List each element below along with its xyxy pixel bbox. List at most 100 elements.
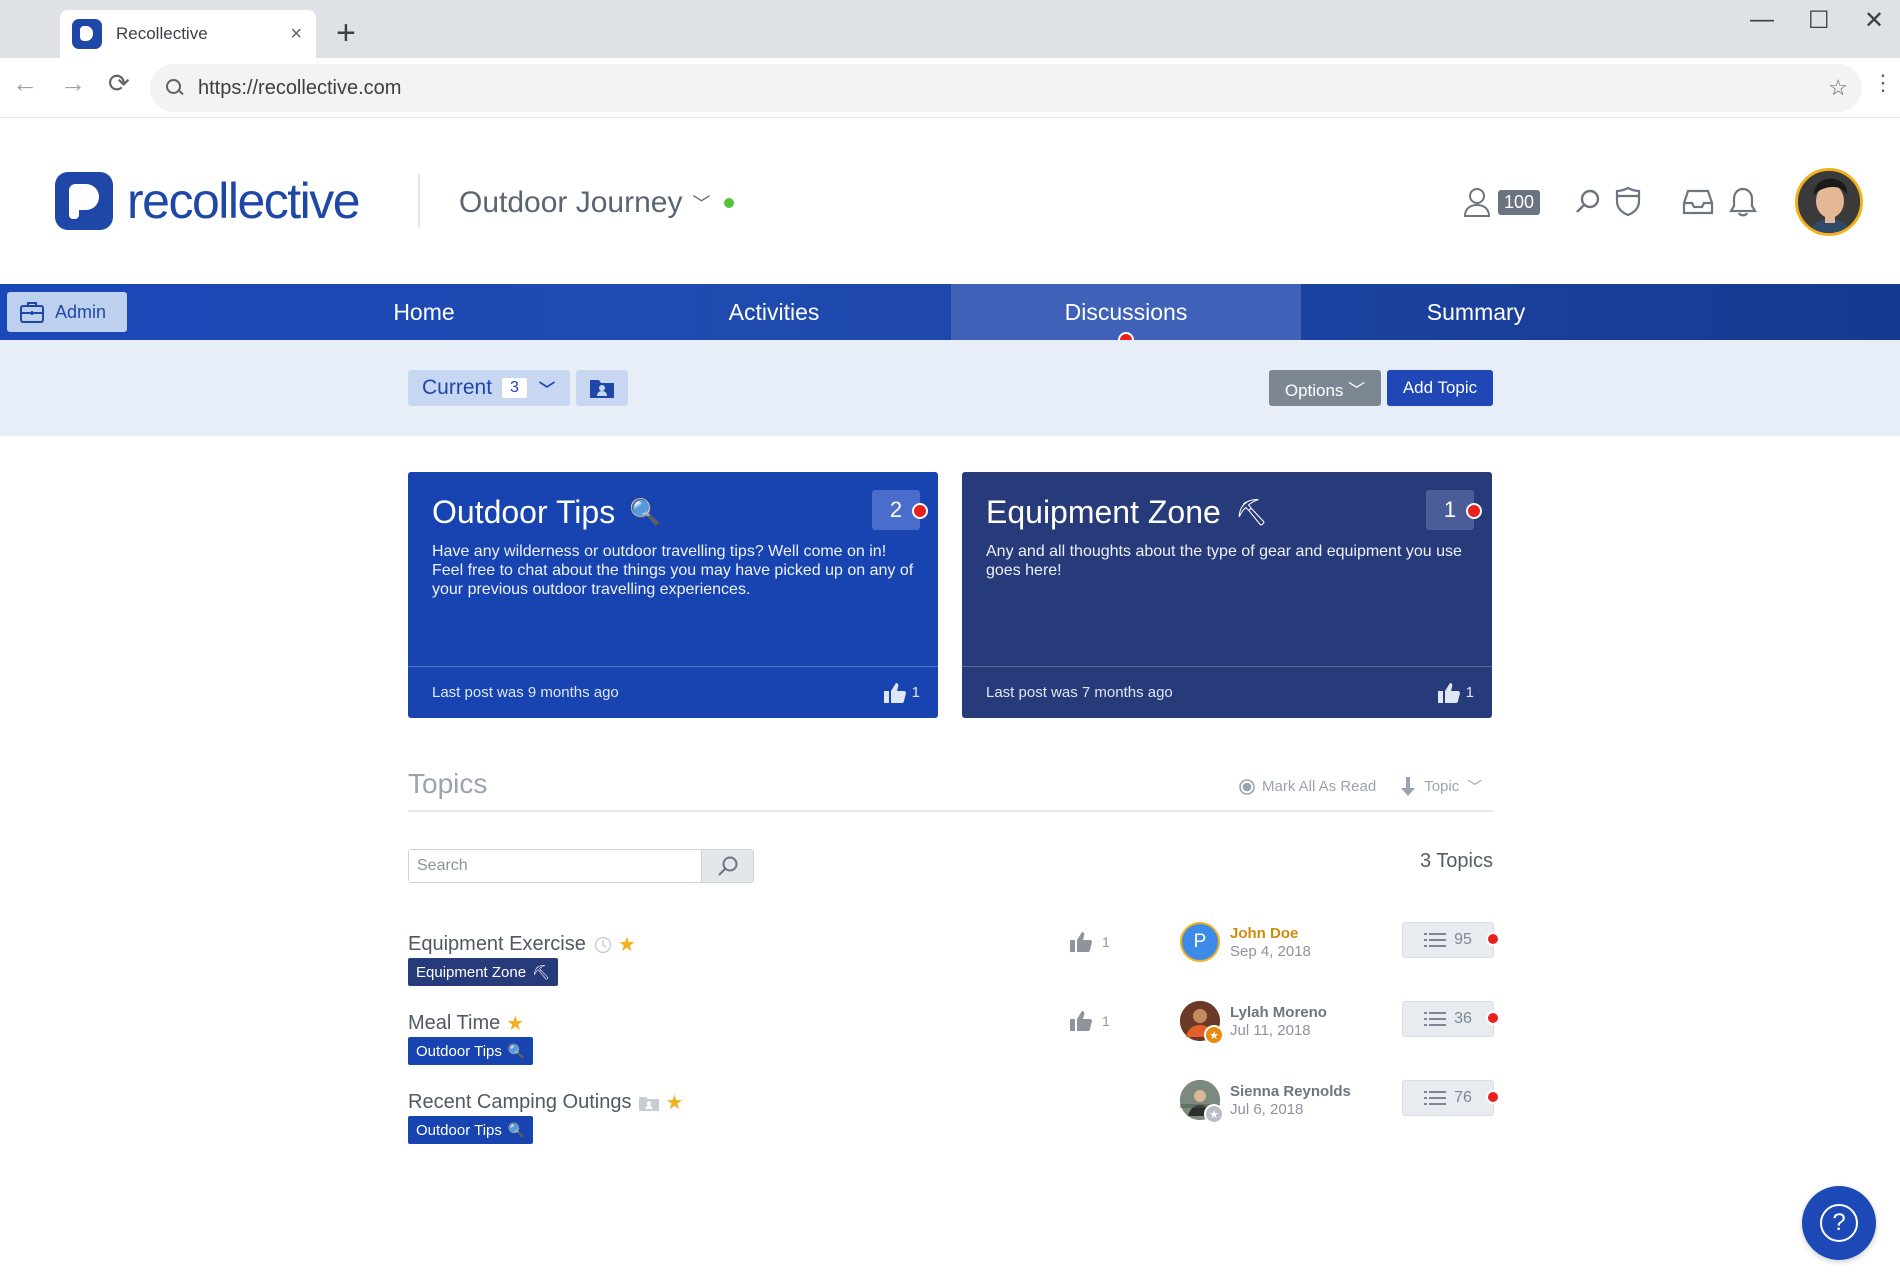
search-button[interactable] xyxy=(1574,188,1602,216)
recollective-favicon-icon xyxy=(72,19,102,49)
back-icon[interactable]: ← xyxy=(12,70,38,96)
browser-tab[interactable]: Recollective × xyxy=(60,10,316,58)
topic-title[interactable]: Equipment Exercise ★ xyxy=(408,932,636,957)
new-tab-icon[interactable]: + xyxy=(336,16,356,50)
minimize-icon[interactable]: — xyxy=(1750,6,1774,34)
topics-divider xyxy=(408,810,1493,812)
topic-title[interactable]: Meal Time ★ xyxy=(408,1011,524,1036)
forum-card-outdoor-tips[interactable]: Outdoor Tips 🔍 Have any wilderness or ou… xyxy=(408,472,938,718)
bookmark-star-icon[interactable]: ☆ xyxy=(1828,75,1848,101)
options-dropdown[interactable]: Options ﹀ xyxy=(1269,370,1381,406)
thumbs-up-icon xyxy=(1070,932,1092,952)
replies-button[interactable]: 76 xyxy=(1402,1080,1494,1116)
sort-dropdown[interactable]: Topic ﹀ xyxy=(1400,776,1482,797)
author-meta: Sienna Reynolds Jul 6, 2018 xyxy=(1230,1083,1351,1118)
admin-label: Admin xyxy=(55,301,107,322)
topic-row: Equipment Exercise ★ Equipment Zone ⛏ 1 … xyxy=(408,922,1500,1002)
site-header: recollective Outdoor Journey ﹀ 100 xyxy=(0,118,1900,284)
card-unread-dot xyxy=(1466,503,1482,519)
header-divider xyxy=(418,174,420,228)
radio-dot-icon xyxy=(1239,778,1255,795)
author-avatar[interactable]: ★ xyxy=(1180,1080,1224,1124)
participants-button[interactable]: 100 xyxy=(1462,186,1541,218)
user-avatar-photo-icon xyxy=(1798,171,1860,233)
community-selector[interactable]: Outdoor Journey ﹀ xyxy=(459,186,735,220)
browser-toolbar: ← → ⟳ https://recollective.com ☆ ⋮ xyxy=(0,58,1900,118)
shield-icon xyxy=(1615,187,1641,217)
author-avatar[interactable]: P xyxy=(1180,922,1220,962)
forum-chip-label: Equipment Zone xyxy=(416,963,527,981)
pickaxe-emoji-icon: ⛏ xyxy=(532,963,550,980)
current-filter-dropdown[interactable]: Current 3 ﹀ xyxy=(408,370,570,406)
list-icon xyxy=(1424,1091,1447,1105)
header-icons: 100 xyxy=(1462,178,1758,226)
forum-chip[interactable]: Outdoor Tips 🔍 xyxy=(408,1037,534,1065)
filter-bar: Current 3 ﹀ Options ﹀ Add Topic xyxy=(0,340,1900,436)
window-close-icon[interactable]: ✕ xyxy=(1864,6,1884,35)
star-badge-icon: ★ xyxy=(1204,1025,1224,1045)
maximize-icon[interactable]: ☐ xyxy=(1808,6,1830,35)
card-last-post: Last post was 9 months ago xyxy=(432,684,619,701)
author-meta: John Doe Sep 4, 2018 xyxy=(1230,925,1311,960)
author-name[interactable]: Lylah Moreno xyxy=(1230,1004,1327,1021)
author-avatar[interactable]: ★ xyxy=(1180,1001,1224,1045)
forum-chip[interactable]: Outdoor Tips 🔍 xyxy=(408,1116,534,1144)
card-likes[interactable]: 1 xyxy=(883,682,920,703)
inbox-icon xyxy=(1682,189,1714,215)
url-text[interactable]: https://recollective.com xyxy=(198,77,1828,100)
forum-chip[interactable]: Equipment Zone ⛏ xyxy=(408,958,558,986)
tab-close-icon[interactable]: × xyxy=(290,23,302,46)
magnifier-emoji-icon: 🔍 xyxy=(507,1042,526,1059)
replies-button[interactable]: 36 xyxy=(1402,1001,1494,1037)
card-likes[interactable]: 1 xyxy=(1437,682,1474,703)
address-bar[interactable]: https://recollective.com ☆ xyxy=(150,64,1862,112)
browser-tab-bar: Recollective × + — ☐ ✕ xyxy=(0,0,1900,58)
topic-title[interactable]: Recent Camping Outings ★ xyxy=(408,1090,683,1115)
star-icon: ★ xyxy=(665,1092,684,1114)
thumbs-up-icon xyxy=(1437,682,1460,703)
recollective-logo[interactable]: recollective xyxy=(55,172,361,230)
thumbs-up-icon xyxy=(1070,1011,1092,1031)
author-name[interactable]: John Doe xyxy=(1230,925,1311,942)
forum-chip-label: Outdoor Tips xyxy=(416,1042,502,1060)
post-date: Sep 4, 2018 xyxy=(1230,942,1311,960)
card-title-text: Outdoor Tips xyxy=(432,494,616,530)
card-unread-dot xyxy=(912,503,928,519)
forum-card-equipment-zone[interactable]: Equipment Zone ⛏ Any and all thoughts ab… xyxy=(962,472,1492,718)
search-icon xyxy=(1576,189,1600,213)
help-button[interactable]: ? xyxy=(1802,1186,1876,1260)
inbox-button[interactable] xyxy=(1682,188,1714,216)
user-avatar[interactable] xyxy=(1795,168,1863,236)
topic-search-input[interactable] xyxy=(409,850,701,882)
add-topic-button[interactable]: Add Topic xyxy=(1387,370,1493,406)
notifications-button[interactable] xyxy=(1728,186,1758,218)
nav-home[interactable]: Home xyxy=(284,284,564,340)
topic-row: Meal Time ★ Outdoor Tips 🔍 1 ★ Lylah Mor… xyxy=(408,1001,1500,1081)
online-status-dot xyxy=(724,198,735,208)
folder-user-button[interactable] xyxy=(576,370,628,406)
moderation-button[interactable] xyxy=(1614,187,1642,217)
forward-icon[interactable]: → xyxy=(60,70,86,96)
nav-summary[interactable]: Summary xyxy=(1301,284,1651,340)
bell-icon xyxy=(1729,187,1757,217)
author-name[interactable]: Sienna Reynolds xyxy=(1230,1083,1351,1100)
reload-icon[interactable]: ⟳ xyxy=(108,70,130,96)
mark-all-read-button[interactable]: Mark All As Read xyxy=(1238,778,1376,796)
search-icon xyxy=(166,79,184,97)
star-icon: ★ xyxy=(506,1013,525,1035)
nav-activities[interactable]: Activities xyxy=(634,284,914,340)
topic-search-button[interactable] xyxy=(701,850,753,882)
browser-menu-icon[interactable]: ⋮ xyxy=(1872,72,1894,94)
admin-button[interactable]: Admin xyxy=(7,292,127,332)
topic-likes-count: 1 xyxy=(1102,1013,1110,1029)
question-mark-icon: ? xyxy=(1820,1204,1858,1242)
chevron-down-icon: ﹀ xyxy=(692,194,711,214)
card-title: Outdoor Tips 🔍 xyxy=(432,494,662,531)
topic-likes[interactable]: 1 xyxy=(1070,932,1110,952)
magnifier-emoji-icon: 🔍 xyxy=(629,497,662,527)
replies-button[interactable]: 95 xyxy=(1402,922,1494,958)
topic-likes[interactable]: 1 xyxy=(1070,1011,1110,1031)
topic-author: P John Doe Sep 4, 2018 xyxy=(1180,922,1311,962)
author-meta: Lylah Moreno Jul 11, 2018 xyxy=(1230,1004,1327,1039)
tab-title: Recollective xyxy=(116,24,208,43)
